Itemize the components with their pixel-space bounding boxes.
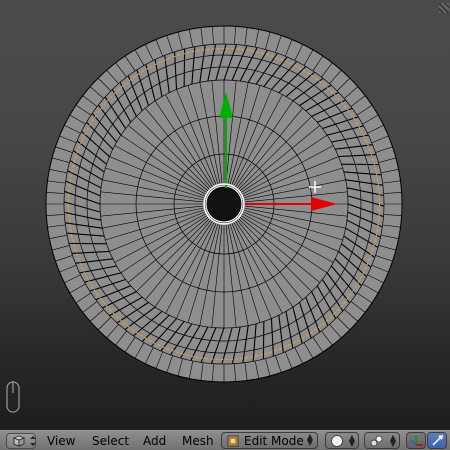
menu-select[interactable]: Select	[88, 433, 133, 449]
cube-icon	[12, 435, 26, 447]
axes-icon	[410, 436, 423, 446]
mode-label: Edit Mode	[244, 433, 304, 448]
chevron-updown-icon	[30, 436, 36, 446]
translate-manipulator-button[interactable]	[427, 432, 447, 449]
menu-add[interactable]: Add	[139, 433, 170, 449]
shading-select[interactable]: ▲ ▼	[325, 432, 359, 449]
menu-view[interactable]: View	[43, 433, 79, 449]
chevron-updown-icon: ▲ ▼	[348, 433, 355, 448]
mode-select[interactable]: Edit Mode ▲ ▼	[221, 432, 318, 449]
edit-mode-icon	[227, 435, 239, 447]
viewport-header: View Select Add Mesh Edit Mode ▲ ▼ ▲ ▼ ▲ ▼	[0, 430, 450, 450]
manipulator-toggle[interactable]	[406, 432, 426, 449]
chevron-updown-icon: ▲ ▼	[389, 433, 396, 448]
mouse-icon	[6, 381, 20, 413]
circular-mesh	[45, 25, 403, 383]
mesh-view[interactable]	[0, 0, 450, 430]
translate-arrow-icon	[432, 435, 443, 446]
3d-viewport[interactable]	[0, 0, 450, 430]
menu-mesh[interactable]: Mesh	[178, 433, 218, 449]
editor-type-button[interactable]	[6, 433, 36, 449]
sphere-icon	[331, 435, 343, 447]
pivot-select[interactable]: ▲ ▼	[364, 432, 400, 449]
pivot-icon	[370, 435, 383, 447]
chevron-updown-icon: ▲ ▼	[306, 432, 313, 447]
